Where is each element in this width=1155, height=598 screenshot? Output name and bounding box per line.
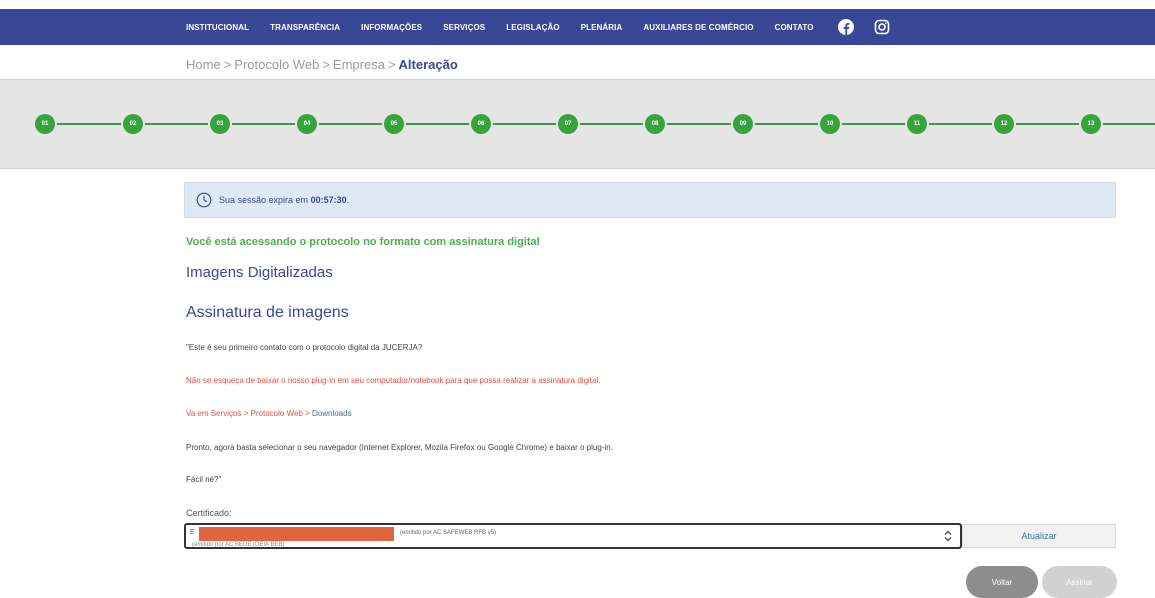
breadcrumb-home[interactable]: Home [186, 57, 221, 72]
step-10[interactable]: 10 [820, 114, 840, 134]
instagram-icon[interactable] [874, 19, 890, 35]
chevron-updown-icon [944, 530, 952, 542]
redacted-certificate-name [199, 527, 394, 541]
heading-assinatura-imagens: Assinatura de imagens [186, 304, 349, 321]
step-01[interactable]: 01 [35, 114, 55, 134]
nav-institucional[interactable]: INSTITUCIONAL [186, 23, 249, 32]
breadcrumb-separator: > [223, 57, 232, 72]
back-button[interactable]: Voltar [966, 566, 1038, 598]
certificate-selected-prefix: E [190, 529, 195, 536]
step-05[interactable]: 05 [384, 114, 404, 134]
nav-plenaria[interactable]: PLENÁRIA [581, 23, 623, 32]
certificate-selected-issuer: (emitido por AC SAFEWEB RFB v5) [400, 530, 497, 536]
step-07[interactable]: 07 [558, 114, 578, 134]
nav-transparencia[interactable]: TRANSPARÊNCIA [270, 23, 340, 32]
plugin-warning: Não se esqueça de baixar o nosso plug-in… [186, 376, 601, 385]
step-08[interactable]: 08 [645, 114, 665, 134]
steps-connector-line [42, 123, 1155, 125]
steps-progress: 01 02 03 04 05 06 07 08 09 10 11 12 13 [0, 79, 1155, 169]
breadcrumb-empresa[interactable]: Empresa [333, 57, 385, 72]
breadcrumb-separator: > [322, 57, 330, 72]
step-11[interactable]: 11 [907, 114, 927, 134]
facebook-icon[interactable] [837, 19, 854, 35]
browser-instructions: Pronto, agora basta selecionar o seu nav… [186, 443, 613, 452]
session-alert: Sua sessão expira em 00:57:30. [184, 182, 1116, 218]
top-navigation-bar: INSTITUCIONAL TRANSPARÊNCIA INFORMAÇÕES … [0, 9, 1155, 45]
breadcrumb: Home > Protocolo Web > Empresa > Alteração [186, 57, 458, 72]
step-04[interactable]: 04 [297, 114, 317, 134]
session-time: 00:57:30 [310, 195, 347, 205]
step-03[interactable]: 03 [210, 114, 230, 134]
certificate-other-option: (emitido por AC BEDE (DEIA BEB) [192, 542, 285, 548]
nav-servicos[interactable]: SERVIÇOS [443, 23, 485, 32]
clock-icon [196, 192, 212, 208]
certificate-label: Certificado: [186, 508, 232, 518]
session-suffix: . [346, 195, 350, 205]
breadcrumb-current: Alteração [398, 57, 458, 72]
step-02[interactable]: 02 [123, 114, 143, 134]
heading-imagens-digitalizadas: Imagens Digitalizadas [186, 264, 333, 281]
main-nav: INSTITUCIONAL TRANSPARÊNCIA INFORMAÇÕES … [186, 9, 910, 45]
refresh-certificates-button[interactable]: Atualizar [962, 524, 1116, 548]
breadcrumb-protocolo[interactable]: Protocolo Web [234, 57, 319, 72]
step-09[interactable]: 09 [733, 114, 753, 134]
social-links [837, 19, 910, 35]
first-contact-question: "Este é seu primeiro contato com o proto… [186, 343, 423, 352]
breadcrumb-separator: > [387, 57, 396, 72]
session-text: Sua sessão expira em 00:57:30. [219, 195, 349, 205]
download-path-text: Va em Serviços > Protocolo Web > [186, 409, 310, 418]
certificate-select[interactable]: E (emitido por AC SAFEWEB RFB v5) (emiti… [184, 523, 962, 549]
easy-text: Fácil né?" [186, 475, 222, 484]
step-06[interactable]: 06 [471, 114, 491, 134]
nav-legislacao[interactable]: LEGISLAÇÃO [506, 23, 559, 32]
nav-auxiliares[interactable]: AUXILIARES DE COMÉRCIO [643, 23, 753, 32]
nav-contato[interactable]: CONTATO [775, 23, 814, 32]
nav-informacoes[interactable]: INFORMAÇÕES [361, 23, 422, 32]
download-instructions: Va em Serviços > Protocolo Web > Downloa… [186, 409, 352, 418]
step-12[interactable]: 12 [994, 114, 1014, 134]
downloads-link[interactable]: Downloads [312, 409, 352, 418]
sign-button[interactable]: Assinar [1042, 566, 1117, 598]
step-13[interactable]: 13 [1081, 114, 1101, 134]
session-prefix: Sua sessão expira em [219, 195, 309, 205]
digital-signature-notice: Você está acessando o protocolo no forma… [186, 236, 540, 248]
